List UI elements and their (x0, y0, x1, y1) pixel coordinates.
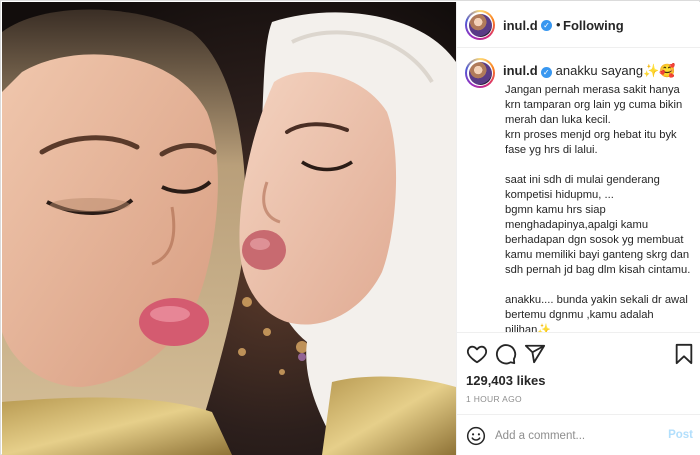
caption-header: inul.d ✓ anakku sayang✨🥰 (503, 63, 676, 79)
caption-area: inul.d ✓ anakku sayang✨🥰 Jangan pernah mer… (457, 49, 700, 332)
separator-dot: • (556, 17, 561, 32)
caption-username-link[interactable]: inul.d (503, 63, 538, 78)
comment-icon[interactable] (495, 343, 517, 365)
heart-icon[interactable] (466, 343, 488, 365)
post-photo-image (2, 2, 456, 455)
emoji-icon[interactable] (466, 426, 486, 446)
caption-avatar[interactable] (465, 58, 495, 88)
username-link[interactable]: inul.d (503, 18, 538, 33)
verified-badge-icon: ✓ (540, 67, 552, 78)
share-icon[interactable] (524, 343, 546, 365)
caption-title: anakku sayang✨🥰 (555, 63, 676, 78)
verified-badge-icon: ✓ (541, 20, 552, 31)
post-photo[interactable] (2, 2, 456, 455)
bookmark-icon[interactable] (673, 343, 695, 365)
caption-text: Jangan pernah merasa sakit hanya krn tam… (505, 84, 691, 332)
comment-bar: Post (457, 414, 700, 455)
like-count[interactable]: 129,403 likes (466, 373, 546, 388)
actions-area: 129,403 likes 1 HOUR AGO Post (457, 332, 700, 455)
instagram-post-window: inul.d ✓ • Following inul.d ✓ anakku sayan… (0, 0, 700, 455)
comment-input[interactable] (495, 426, 655, 446)
post-comment-button[interactable]: Post (668, 429, 693, 441)
following-button[interactable]: Following (563, 18, 624, 33)
post-timestamp[interactable]: 1 HOUR AGO (466, 394, 522, 404)
post-header: inul.d ✓ • Following (457, 2, 700, 48)
profile-avatar[interactable] (465, 10, 495, 40)
post-sidebar: inul.d ✓ • Following inul.d ✓ anakku sayan… (456, 2, 700, 455)
